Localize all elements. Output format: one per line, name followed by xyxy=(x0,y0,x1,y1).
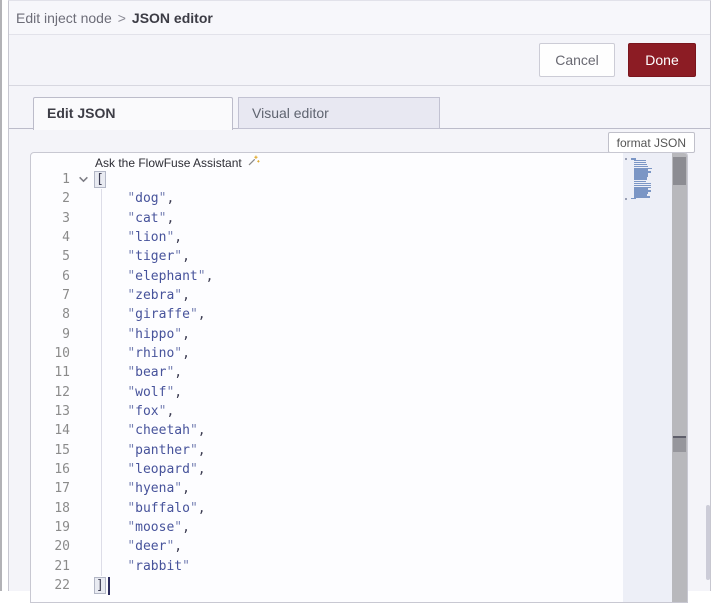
code-text: "wolf", xyxy=(127,384,183,400)
line-number: 18 xyxy=(54,500,70,516)
code-line[interactable]: 3 "cat", xyxy=(31,209,687,228)
code-text: "dog", xyxy=(127,191,175,207)
code-line[interactable]: 20 "deer", xyxy=(31,537,687,556)
fold-chevron-icon[interactable] xyxy=(70,174,96,185)
code-line[interactable]: 19 "moose", xyxy=(31,518,687,537)
editor-scrollbar[interactable] xyxy=(672,153,687,602)
format-json-button[interactable]: format JSON xyxy=(607,132,695,153)
code-text: "moose", xyxy=(127,520,190,536)
code-text: "tiger", xyxy=(127,249,190,265)
code-text: ] xyxy=(94,576,110,595)
line-number: 21 xyxy=(54,558,70,574)
text-cursor xyxy=(107,576,110,595)
code-line[interactable]: 5 "tiger", xyxy=(31,247,687,266)
page-scrollbar-thumb[interactable] xyxy=(706,505,710,580)
action-bar: Cancel Done xyxy=(9,35,710,86)
line-number: 19 xyxy=(54,520,70,536)
code-text: "bear", xyxy=(127,365,183,381)
tray-resize-handle[interactable] xyxy=(0,0,2,591)
code-text: "hyena", xyxy=(127,481,190,497)
code-text: [ xyxy=(94,171,106,189)
assistant-hint-label[interactable]: Ask the FlowFuse Assistant xyxy=(95,156,242,170)
monaco-json-editor[interactable]: Ask the FlowFuse Assistant 1[2 "dog", 3 "… xyxy=(30,152,688,603)
code-line[interactable]: 7 "zebra", xyxy=(31,286,687,305)
code-line[interactable]: 1[ xyxy=(31,170,687,189)
line-number: 14 xyxy=(54,423,70,439)
code-line[interactable]: 10 "rhino", xyxy=(31,344,687,363)
code-text: "buffalo", xyxy=(127,500,206,516)
line-number: 10 xyxy=(54,346,70,362)
indent-guide xyxy=(100,189,102,576)
tab-content: format JSON Ask the FlowFuse Assistant 1… xyxy=(9,129,710,603)
code-text: "hippo", xyxy=(127,326,190,342)
code-line[interactable]: 13 "fox", xyxy=(31,402,687,421)
code-text: "leopard", xyxy=(127,462,206,478)
code-area[interactable]: 1[2 "dog", 3 "cat", 4 "lion", 5 "tiger", 6 "… xyxy=(31,170,687,595)
code-text: "panther", xyxy=(127,442,206,458)
line-number: 20 xyxy=(54,539,70,555)
page-title: JSON editor xyxy=(131,9,213,26)
scrollbar-cursor-marker xyxy=(673,436,686,452)
code-text: "giraffe", xyxy=(127,307,206,323)
code-text: "fox", xyxy=(127,404,175,420)
code-line[interactable]: 21 "rabbit" xyxy=(31,557,687,576)
json-editor-dialog: Edit inject node > JSON editor Cancel Do… xyxy=(8,0,711,603)
cancel-button[interactable]: Cancel xyxy=(539,43,615,77)
code-line[interactable]: 14 "cheetah", xyxy=(31,421,687,440)
line-number: 13 xyxy=(54,404,70,420)
line-number: 15 xyxy=(54,442,70,458)
code-line[interactable]: 22] xyxy=(31,576,687,595)
code-text: "lion", xyxy=(127,230,183,246)
code-line[interactable]: 11 "bear", xyxy=(31,363,687,382)
breadcrumb-separator: > xyxy=(117,9,126,26)
breadcrumb: Edit inject node > JSON editor xyxy=(9,1,710,35)
scrollbar-thumb[interactable] xyxy=(673,157,686,185)
code-line[interactable]: 17 "hyena", xyxy=(31,479,687,498)
line-number: 2 xyxy=(62,191,70,207)
code-line[interactable]: 4 "lion", xyxy=(31,228,687,247)
assistant-hint-row[interactable]: Ask the FlowFuse Assistant xyxy=(31,153,687,170)
code-text: "rhino", xyxy=(127,346,190,362)
code-text: "elephant", xyxy=(127,268,214,284)
editor-tabs: Edit JSON Visual editor xyxy=(9,86,710,130)
minimap-line-mark xyxy=(634,196,650,198)
line-number: 7 xyxy=(62,288,70,304)
code-line[interactable]: 6 "elephant", xyxy=(31,267,687,286)
minimap-line-mark xyxy=(631,197,637,200)
minimap-fold-dot xyxy=(625,158,627,160)
line-number: 5 xyxy=(62,249,70,265)
code-line[interactable]: 15 "panther", xyxy=(31,441,687,460)
code-text: "cheetah", xyxy=(127,423,206,439)
code-line[interactable]: 12 "wolf", xyxy=(31,383,687,402)
line-number: 4 xyxy=(62,230,70,246)
line-number: 8 xyxy=(62,307,70,323)
line-number: 16 xyxy=(54,462,70,478)
tab-edit-json[interactable]: Edit JSON xyxy=(33,97,233,130)
code-line[interactable]: 9 "hippo", xyxy=(31,325,687,344)
code-text: "cat", xyxy=(127,210,175,226)
code-text: "zebra", xyxy=(127,288,190,304)
code-text: "deer", xyxy=(127,539,183,555)
done-button[interactable]: Done xyxy=(628,43,696,77)
code-text: "rabbit" xyxy=(127,558,190,574)
line-number: 17 xyxy=(54,481,70,497)
minimap-fold-dot xyxy=(625,197,627,200)
tab-visual-editor[interactable]: Visual editor xyxy=(238,97,440,129)
line-number: 12 xyxy=(54,384,70,400)
line-number: 3 xyxy=(62,210,70,226)
line-number: 11 xyxy=(54,365,70,381)
code-line[interactable]: 18 "buffalo", xyxy=(31,499,687,518)
line-number: 9 xyxy=(62,326,70,342)
breadcrumb-parent[interactable]: Edit inject node xyxy=(16,10,112,26)
line-number: 1 xyxy=(62,172,70,188)
minimap[interactable] xyxy=(623,153,672,602)
code-line[interactable]: 2 "dog", xyxy=(31,189,687,208)
code-line[interactable]: 8 "giraffe", xyxy=(31,305,687,324)
code-line[interactable]: 16 "leopard", xyxy=(31,460,687,479)
line-number: 6 xyxy=(62,268,70,284)
